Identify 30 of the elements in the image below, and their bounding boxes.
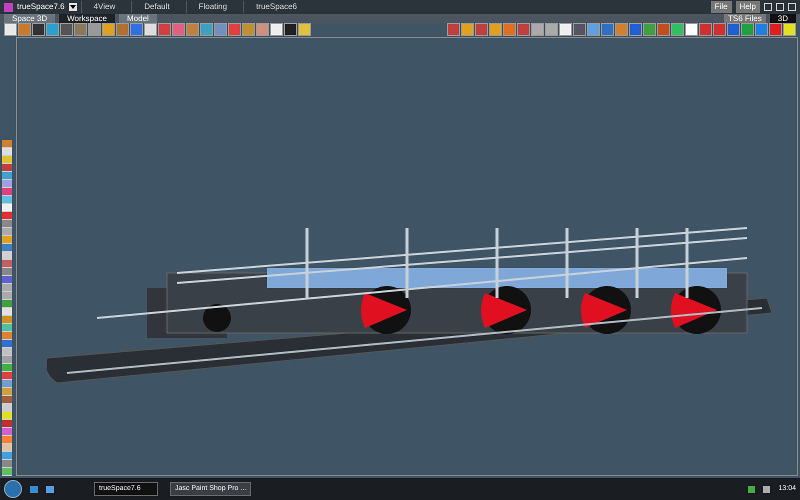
window-switch-icon[interactable] xyxy=(46,486,54,492)
desktop-icon[interactable] xyxy=(30,486,38,492)
tool-icon[interactable] xyxy=(102,22,115,36)
menu-item[interactable]: Help xyxy=(736,1,760,13)
tool-icon[interactable] xyxy=(270,22,283,36)
app-icon xyxy=(4,2,13,12)
tool-icon[interactable] xyxy=(559,22,572,36)
dropdown-button[interactable] xyxy=(68,3,77,11)
library-label: TS6 Files xyxy=(724,14,766,23)
start-button[interactable] xyxy=(4,480,22,498)
layout-tab[interactable]: trueSpace6 xyxy=(243,1,309,13)
tool-icon[interactable] xyxy=(60,22,73,36)
tool-icon[interactable] xyxy=(783,22,796,36)
menu-item[interactable]: File xyxy=(710,1,732,13)
layout-tab[interactable]: Floating xyxy=(186,1,240,13)
layout-tab[interactable]: 4View xyxy=(80,1,128,13)
view-label[interactable]: 3D xyxy=(770,14,796,23)
layout-tab[interactable]: Default xyxy=(131,1,182,13)
volume-icon xyxy=(763,486,770,492)
tool-icon[interactable] xyxy=(769,22,782,36)
viewport[interactable] xyxy=(16,37,798,476)
tool-icon[interactable] xyxy=(88,22,101,36)
tool-icon[interactable] xyxy=(284,22,297,36)
panel-tab[interactable]: Model xyxy=(119,14,157,23)
tray-icon xyxy=(748,486,756,492)
tool-icon[interactable] xyxy=(685,22,698,36)
panel-tab[interactable]: Space 3D xyxy=(4,14,56,23)
panel-tab[interactable]: Workspace xyxy=(59,14,116,23)
tool-icon[interactable] xyxy=(74,22,87,36)
window-title: trueSpace7.6 xyxy=(17,1,65,13)
